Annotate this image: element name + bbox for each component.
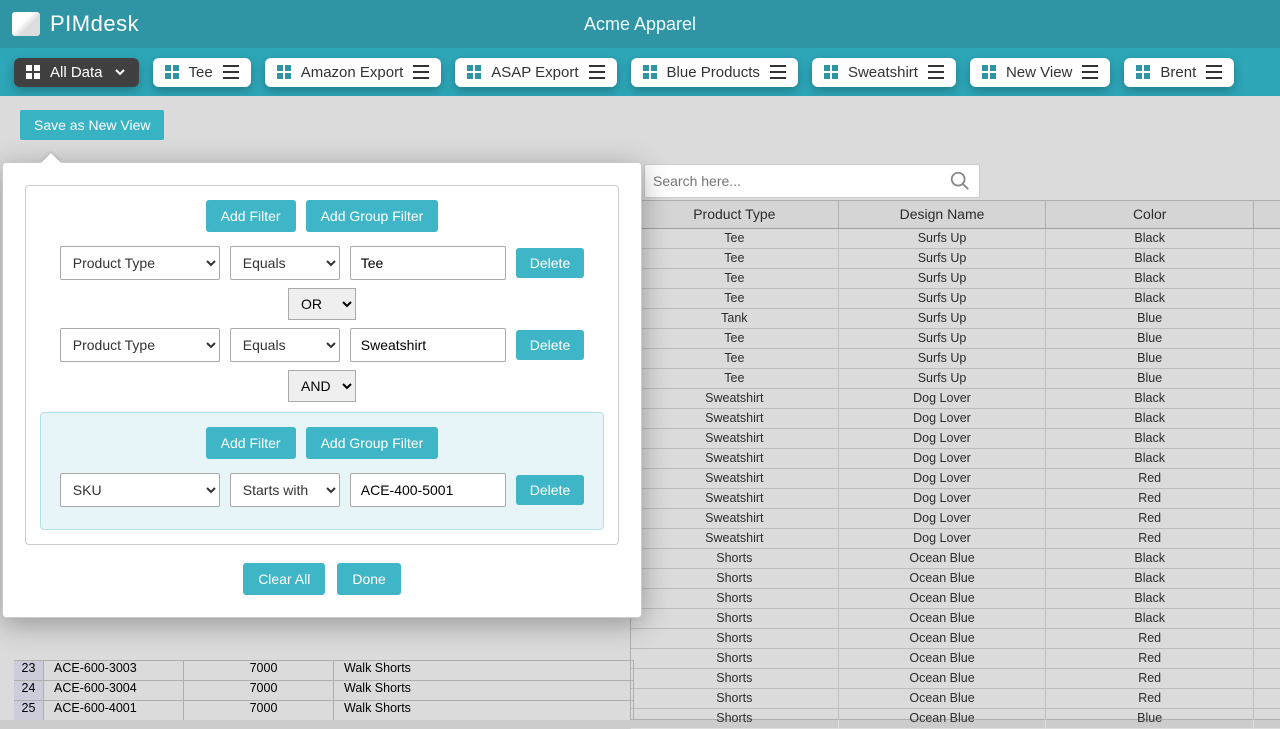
done-button[interactable]: Done [337,563,400,595]
add-group-filter-button[interactable]: Add Group Filter [306,200,439,232]
hamburger-icon[interactable] [223,65,239,79]
tab-label: Amazon Export [301,64,404,81]
filter-field-select[interactable]: Product TypeSKUDesign NameColor [60,328,220,362]
delete-filter-button[interactable]: Delete [516,475,584,505]
tab-label: Tee [189,64,213,81]
delete-filter-button[interactable]: Delete [516,330,584,360]
filter-row: Product TypeSKUDesign NameColor EqualsSt… [55,473,589,507]
grid-icon [1136,65,1150,79]
filter-group-nested: Add Filter Add Group Filter Product Type… [40,412,604,530]
hamburger-icon[interactable] [928,65,944,79]
filter-value-input[interactable] [350,246,506,280]
search-input[interactable] [653,173,949,189]
filter-group-outer: Add Filter Add Group Filter Product Type… [25,185,619,545]
clear-all-button[interactable]: Clear All [243,563,325,595]
tab-label: Sweatshirt [848,64,918,81]
view-tab[interactable]: Blue Products [631,58,798,87]
filter-field-select[interactable]: Product TypeSKUDesign NameColor [60,473,220,507]
search-icon [949,170,971,192]
grid-icon [26,65,40,79]
app-logo: PIMdesk [12,11,139,37]
tab-label: New View [1006,64,1072,81]
search-box[interactable] [644,164,980,198]
filter-field-select[interactable]: Product TypeSKUDesign NameColor [60,246,220,280]
filter-popover: Add Filter Add Group Filter Product Type… [2,162,642,618]
grid-icon [277,65,291,79]
grid-icon [165,65,179,79]
view-tab[interactable]: Brent [1124,58,1234,87]
view-tab[interactable]: Sweatshirt [812,58,956,87]
hamburger-icon[interactable] [413,65,429,79]
grid-icon [824,65,838,79]
view-tab[interactable]: All Data [14,58,139,87]
grid-icon [643,65,657,79]
filter-operator-select[interactable]: EqualsStarts withContains [230,328,340,362]
hamburger-icon[interactable] [1206,65,1222,79]
grid-icon [467,65,481,79]
delete-filter-button[interactable]: Delete [516,248,584,278]
view-tab[interactable]: ASAP Export [455,58,616,87]
filter-operator-select[interactable]: EqualsStarts withContains [230,473,340,507]
tab-label: ASAP Export [491,64,578,81]
filter-row: Product TypeSKUDesign NameColor EqualsSt… [40,328,604,362]
add-filter-button[interactable]: Add Filter [206,200,296,232]
app-header: PIMdesk Acme Apparel [0,0,1280,48]
grid-icon [982,65,996,79]
view-tabs: All Data Tee Amazon Export ASAP Export B… [0,48,1280,96]
filter-value-input[interactable] [350,328,506,362]
view-tab[interactable]: New View [970,58,1110,87]
save-as-new-view-button[interactable]: Save as New View [20,110,164,140]
view-tab[interactable]: Tee [153,58,251,87]
tab-label: Blue Products [667,64,760,81]
add-group-filter-button[interactable]: Add Group Filter [306,427,439,459]
view-tab[interactable]: Amazon Export [265,58,442,87]
conjunction-select[interactable]: ORAND [288,288,356,320]
filter-operator-select[interactable]: EqualsStarts withContains [230,246,340,280]
hamburger-icon[interactable] [1082,65,1098,79]
logo-icon [12,12,40,36]
tab-label: Brent [1160,64,1196,81]
tab-label: All Data [50,64,103,81]
tenant-name: Acme Apparel [584,14,696,35]
chevron-down-icon [113,65,127,79]
filter-value-input[interactable] [350,473,506,507]
hamburger-icon[interactable] [770,65,786,79]
hamburger-icon[interactable] [589,65,605,79]
conjunction-select[interactable]: ORAND [288,370,356,402]
app-name: PIMdesk [50,11,139,37]
add-filter-button[interactable]: Add Filter [206,427,296,459]
filter-row: Product TypeSKUDesign NameColor EqualsSt… [40,246,604,280]
